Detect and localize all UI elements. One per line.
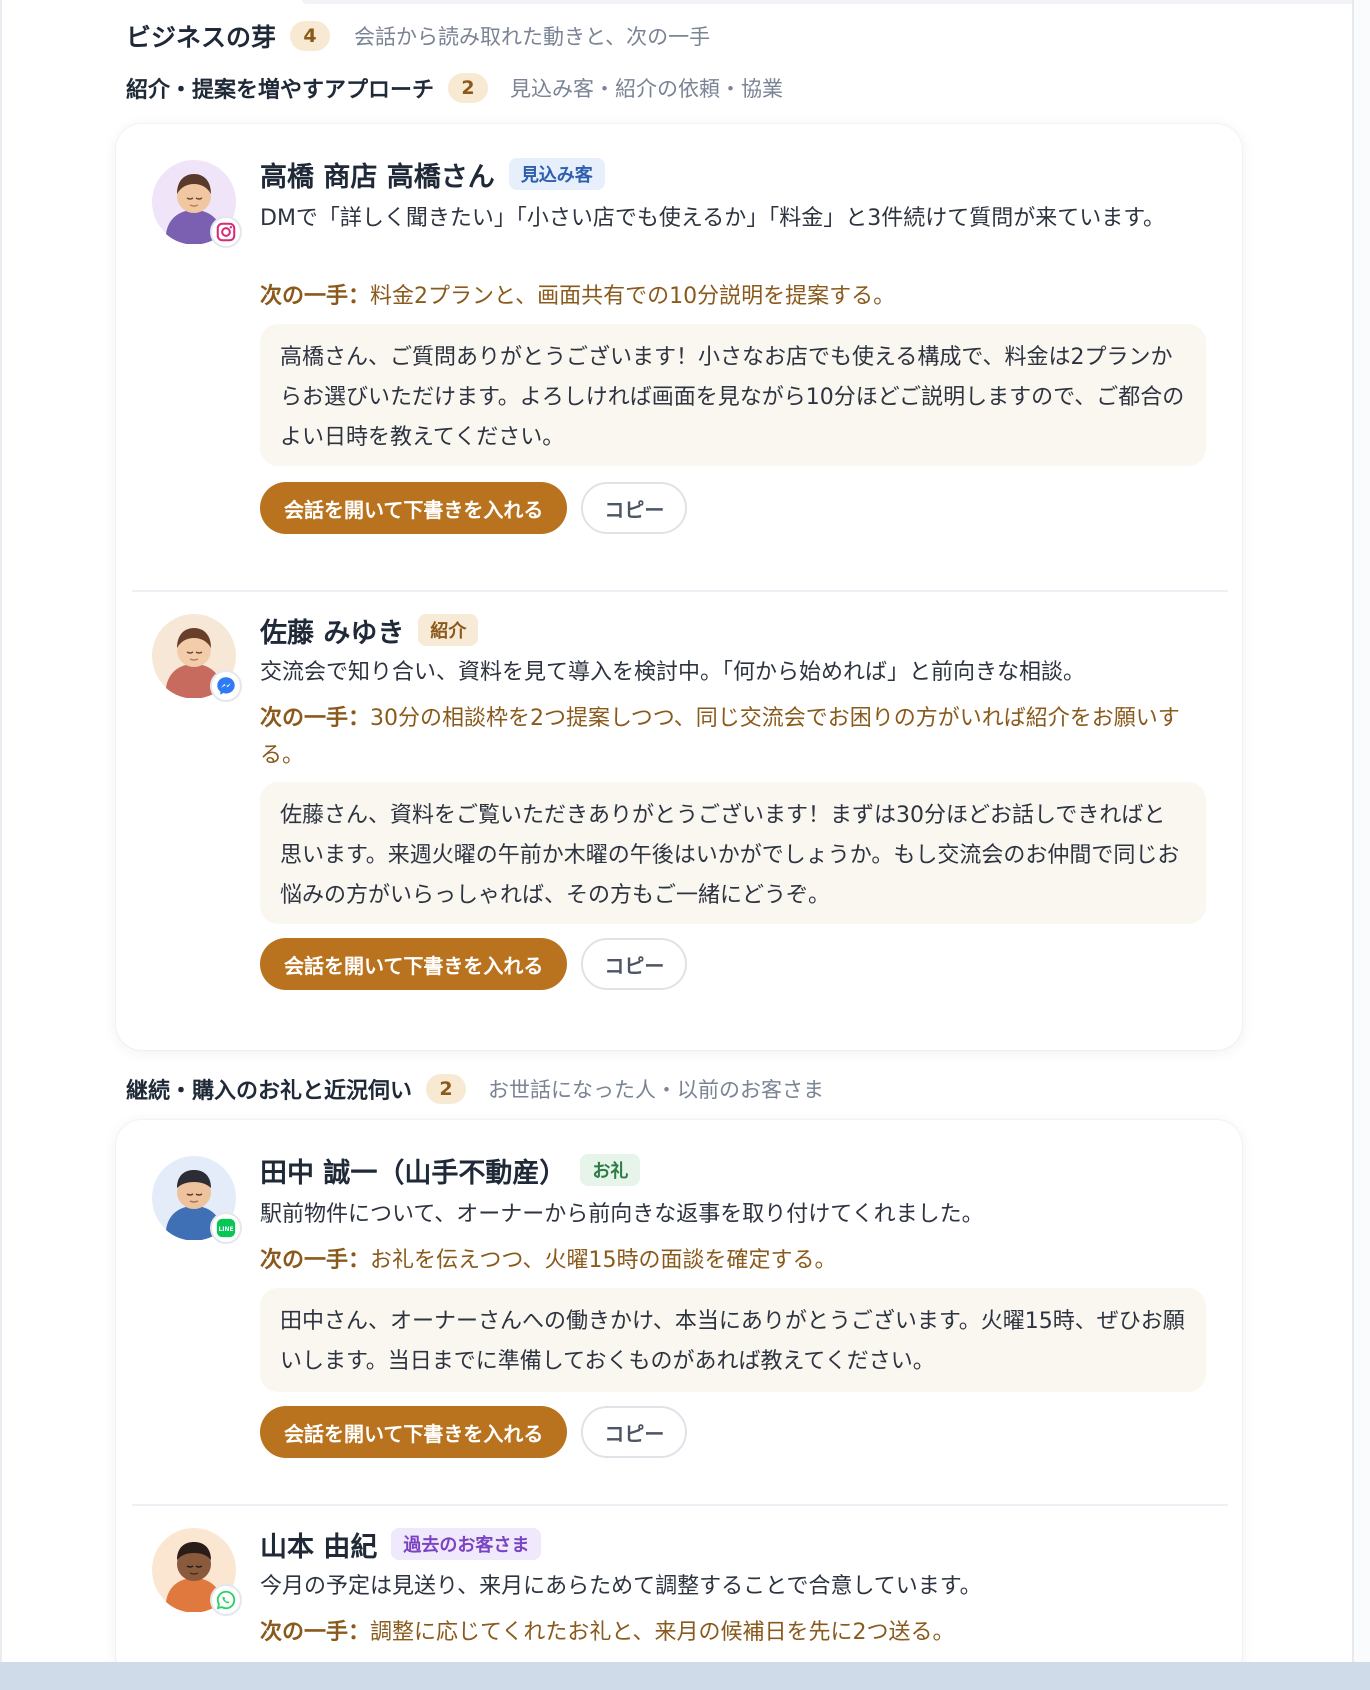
conversation-summary: DMで「詳しく聞きたい」「小さい店でも使えるか」「料金」と3件続けて質問が来てい… [260, 206, 1166, 231]
list-item: 高橋 商店 高橋さん 見込み客 DMで「詳しく聞きたい」「小さい店でも使えるか」… [116, 124, 1242, 590]
contact-header: 高橋 商店 高橋さん 見込み客 [260, 154, 605, 194]
contact-name: 田中 誠一（山手不動産） [260, 1157, 567, 1189]
top-edge [302, 0, 1362, 4]
status-badge: 紹介 [418, 614, 479, 646]
copy-button[interactable]: コピー [581, 482, 688, 534]
group-subtitle: お世話になった人・以前のお客さま [488, 1078, 825, 1102]
conversation-summary: 交流会で知り合い、資料を見て導入を検討中。「何から始めれば」と前向きな相談。 [260, 660, 1086, 685]
action-buttons: 会話を開いて下書きを入れる コピー [260, 1406, 688, 1458]
status-badge: 見込み客 [508, 158, 605, 190]
group-title: 紹介・提案を増やすアプローチ [126, 78, 435, 103]
section-header: ビジネスの芽 4 会話から読み取れた動きと、次の一手 [126, 18, 710, 54]
next-action-text: 30分の相談枠を2つ提案しつつ、同じ交流会でお困りの方がいれば紹介をお願いする。 [260, 706, 1180, 768]
next-action-label: 次の一手： [260, 284, 371, 309]
conversation-summary: 今月の予定は見送り、来月にあらためて調整することで合意しています。 [260, 1574, 982, 1599]
next-action: 次の一手：料金2プランと、画面共有での10分説明を提案する。 [260, 278, 1220, 315]
action-buttons: 会話を開いて下書きを入れる コピー [260, 938, 688, 990]
next-action: 次の一手：調整に応じてくれたお礼と、来月の候補日を先に2つ送る。 [260, 1614, 1220, 1651]
next-action-label: 次の一手： [260, 1248, 371, 1273]
draft-message: 田中さん、オーナーさんへの働きかけ、本当にありがとうございます。火曜15時、ぜひ… [260, 1288, 1206, 1392]
status-badge: 過去のお客さま [391, 1528, 542, 1560]
next-action: 次の一手：お礼を伝えつつ、火曜15時の面談を確定する。 [260, 1242, 1220, 1279]
next-action-label: 次の一手： [260, 706, 371, 731]
group-subtitle: 見込み客・紹介の依頼・協業 [510, 77, 784, 101]
group-count-badge: 2 [426, 1074, 467, 1104]
contact-header: 山本 由紀 過去のお客さま [260, 1524, 542, 1564]
group-card-referral: 高橋 商店 高橋さん 見込み客 DMで「詳しく聞きたい」「小さい店でも使えるか」… [116, 124, 1242, 1050]
group-count-badge: 2 [448, 73, 489, 103]
next-action-text: お礼を伝えつつ、火曜15時の面談を確定する。 [370, 1248, 837, 1273]
contact-name: 佐藤 みゆき [260, 617, 405, 649]
instagram-icon [210, 216, 242, 248]
whatsapp-icon [210, 1584, 242, 1616]
draft-message: 佐藤さん、資料をご覧いただきありがとうございます！まずは30分ほどお話しできれば… [260, 782, 1206, 924]
draft-message: 高橋さん、ご質問ありがとうございます！小さなお店でも使える構成で、料金は2プラン… [260, 324, 1206, 466]
contact-header: 佐藤 みゆき 紹介 [260, 610, 479, 650]
scrollbar-track[interactable] [1352, 0, 1370, 1662]
contact-header: 田中 誠一（山手不動産） お礼 [260, 1150, 641, 1190]
list-item: LINE 田中 誠一（山手不動産） お礼 駅前物件について、オーナーから前向きな… [116, 1120, 1242, 1504]
next-action: 次の一手：30分の相談枠を2つ提案しつつ、同じ交流会でお困りの方がいれば紹介をお… [260, 700, 1220, 774]
group-header-followup: 継続・購入のお礼と近況伺い 2 お世話になった人・以前のお客さま [126, 1072, 824, 1106]
line-icon: LINE [210, 1212, 242, 1244]
next-action-label: 次の一手： [260, 1620, 371, 1645]
group-title: 継続・購入のお礼と近況伺い [126, 1079, 413, 1104]
bottom-bar [0, 1662, 1370, 1690]
copy-button[interactable]: コピー [581, 938, 688, 990]
section-count-badge: 4 [290, 21, 331, 51]
section-subtitle: 会話から読み取れた動きと、次の一手 [354, 25, 711, 49]
open-conversation-button[interactable]: 会話を開いて下書きを入れる [260, 938, 568, 990]
copy-button[interactable]: コピー [581, 1406, 688, 1458]
group-card-followup: LINE 田中 誠一（山手不動産） お礼 駅前物件について、オーナーから前向きな… [116, 1120, 1242, 1680]
messenger-icon [210, 670, 242, 702]
list-item: 山本 由紀 過去のお客さま 今月の予定は見送り、来月にあらためて調整することで合… [116, 1506, 1242, 1680]
open-conversation-button[interactable]: 会話を開いて下書きを入れる [260, 1406, 568, 1458]
action-buttons: 会話を開いて下書きを入れる コピー [260, 482, 688, 534]
line-icon-text: LINE [218, 1226, 233, 1233]
open-conversation-button[interactable]: 会話を開いて下書きを入れる [260, 482, 568, 534]
list-item: 佐藤 みゆき 紹介 交流会で知り合い、資料を見て導入を検討中。「何から始めれば」… [116, 592, 1242, 1050]
contact-name: 山本 由紀 [260, 1531, 378, 1563]
next-action-text: 調整に応じてくれたお礼と、来月の候補日を先に2つ送る。 [370, 1620, 955, 1645]
group-header-referral: 紹介・提案を増やすアプローチ 2 見込み客・紹介の依頼・協業 [126, 71, 783, 105]
main-panel: ビジネスの芽 4 会話から読み取れた動きと、次の一手 紹介・提案を増やすアプロー… [0, 0, 1362, 1680]
status-badge: お礼 [580, 1154, 641, 1186]
contact-name: 高橋 商店 高橋さん [260, 161, 495, 193]
next-action-text: 料金2プランと、画面共有での10分説明を提案する。 [370, 284, 896, 309]
conversation-summary: 駅前物件について、オーナーから前向きな返事を取り付けてくれました。 [260, 1202, 984, 1227]
section-title: ビジネスの芽 [126, 23, 277, 52]
